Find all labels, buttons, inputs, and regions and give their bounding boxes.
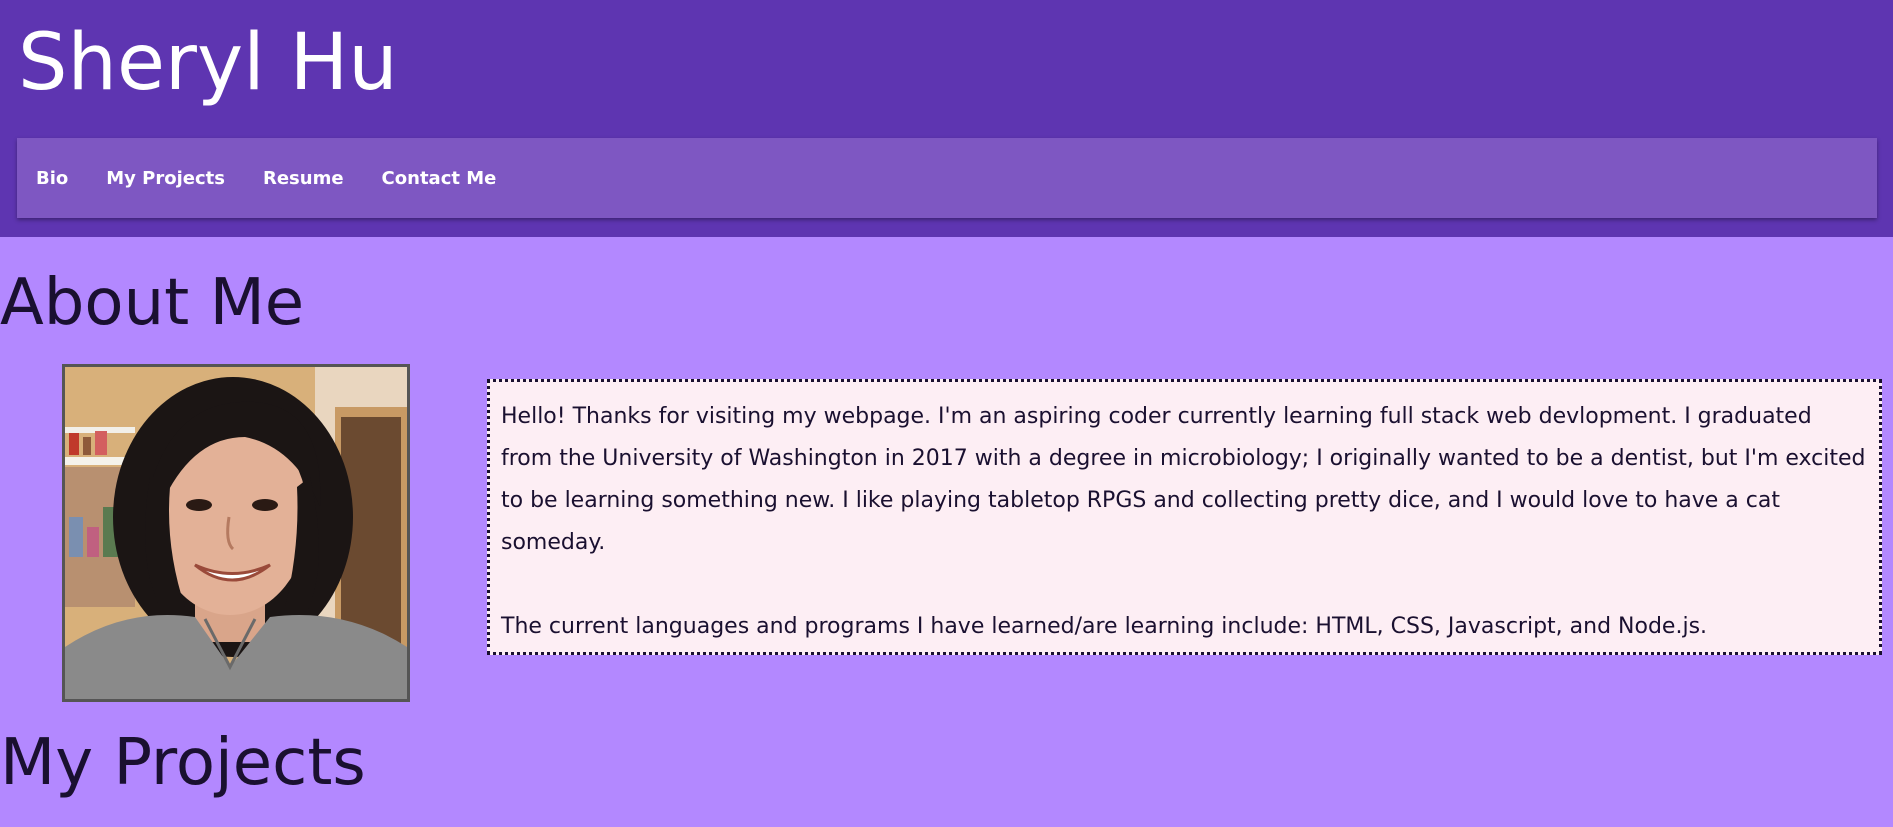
- navbar: Bio My Projects Resume Contact Me: [17, 138, 1877, 218]
- bio-paragraph-languages: The current languages and programs I hav…: [501, 614, 1708, 639]
- profile-photo: [62, 364, 410, 702]
- site-title: Sheryl Hu: [18, 18, 398, 108]
- nav-link-my-projects[interactable]: My Projects: [106, 168, 225, 189]
- nav-link-contact-me[interactable]: Contact Me: [382, 168, 497, 189]
- nav-link-bio[interactable]: Bio: [36, 168, 68, 189]
- bio-text-box: Hello! Thanks for visiting my webpage. I…: [487, 379, 1882, 655]
- my-projects-heading: My Projects: [0, 726, 366, 800]
- profile-photo-image: [65, 367, 407, 699]
- about-me-heading: About Me: [0, 266, 305, 340]
- site-header: Sheryl Hu Bio My Projects Resume Contact…: [0, 0, 1893, 237]
- nav-link-resume[interactable]: Resume: [263, 168, 344, 189]
- bio-paragraph-intro: Hello! Thanks for visiting my webpage. I…: [501, 404, 1866, 555]
